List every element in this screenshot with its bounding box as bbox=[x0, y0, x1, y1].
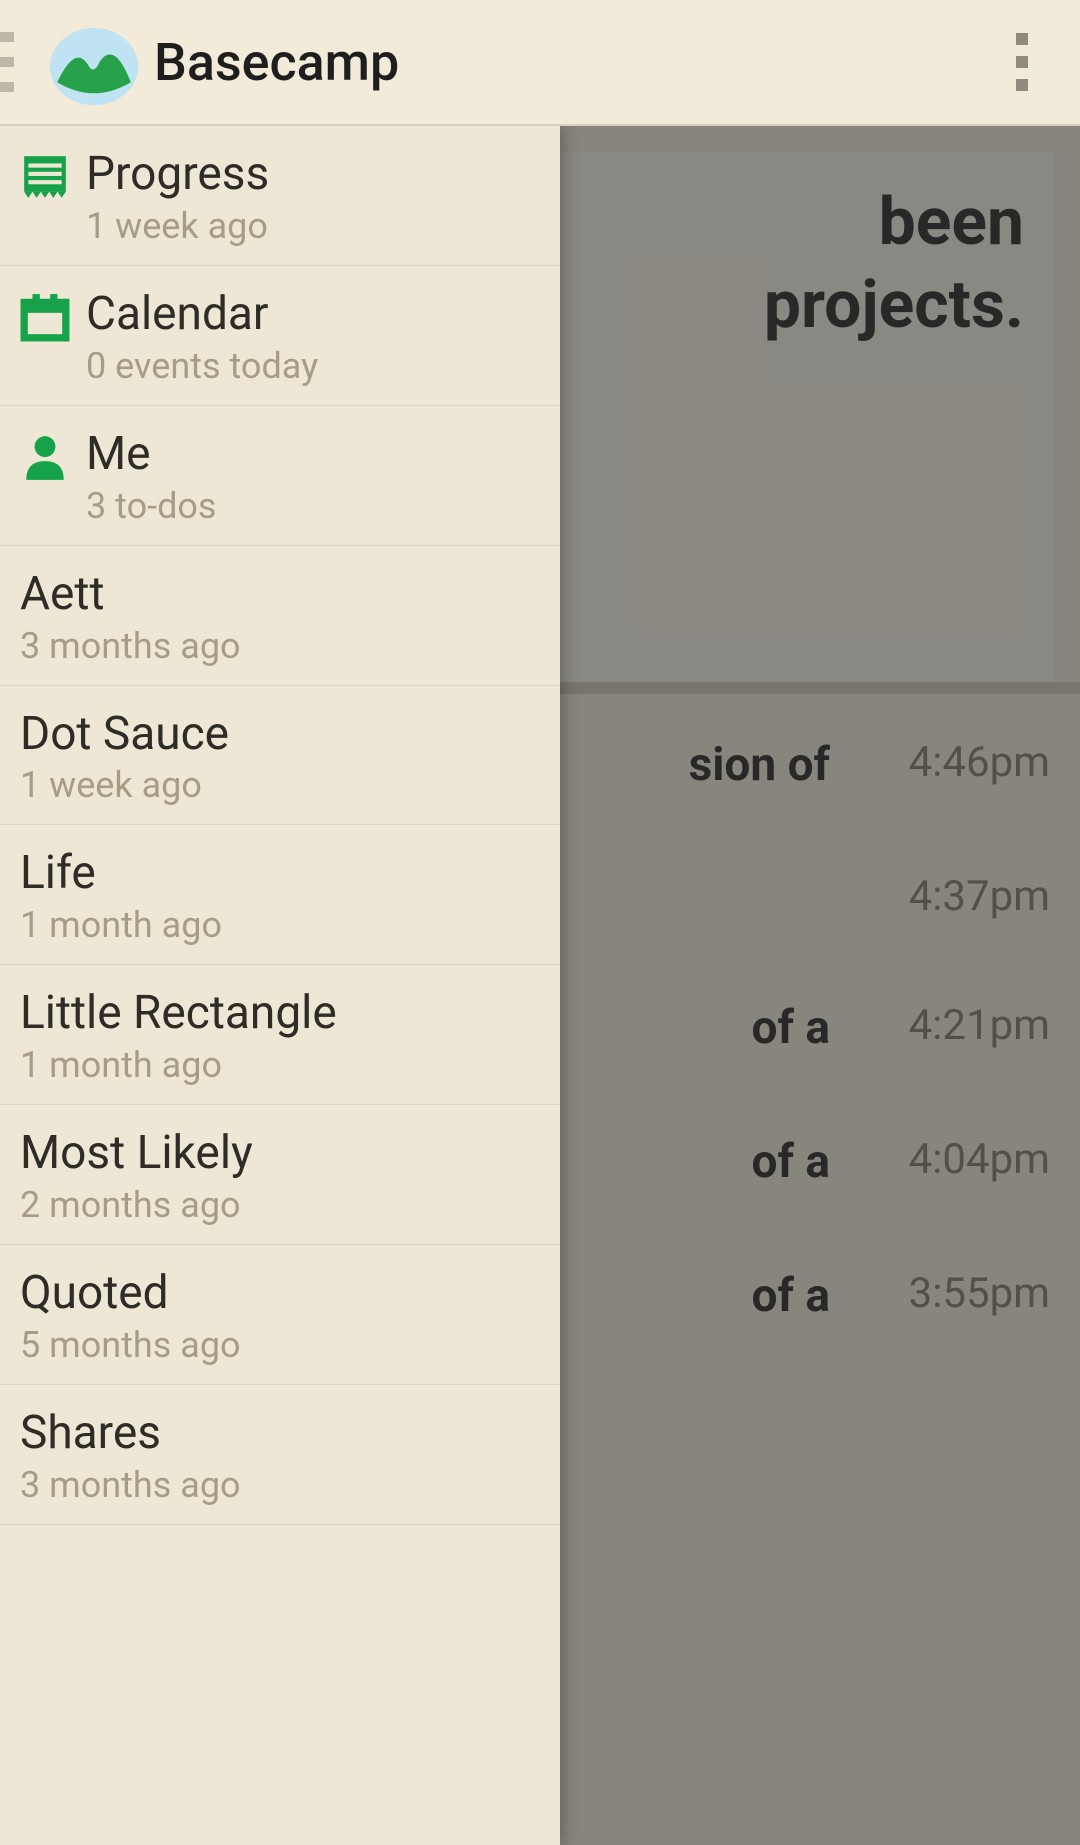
drawer-item-sub: 0 events today bbox=[86, 345, 318, 387]
drawer-item-label: Aett bbox=[20, 568, 241, 621]
navigation-drawer: Progress 1 week ago Calendar 0 events to… bbox=[0, 126, 560, 1845]
drawer-item-sub: 3 to-dos bbox=[86, 485, 216, 527]
drawer-item-label: Calendar bbox=[86, 288, 318, 341]
drawer-item-label: Most Likely bbox=[20, 1127, 253, 1180]
drawer-item-sub: 1 month ago bbox=[20, 1044, 337, 1086]
drawer-project-item[interactable]: Most Likely 2 months ago bbox=[0, 1105, 560, 1245]
app-title: Basecamp bbox=[154, 32, 399, 93]
overflow-menu-button[interactable] bbox=[1000, 33, 1044, 91]
app-header: Basecamp bbox=[0, 0, 1080, 126]
drawer-item-label: Quoted bbox=[20, 1267, 241, 1320]
drawer-project-item[interactable]: Life 1 month ago bbox=[0, 825, 560, 965]
app-logo-wrap[interactable]: Basecamp bbox=[48, 16, 399, 108]
drawer-project-item[interactable]: Aett 3 months ago bbox=[0, 546, 560, 686]
drawer-project-item[interactable]: Quoted 5 months ago bbox=[0, 1245, 560, 1385]
drawer-project-item[interactable]: Dot Sauce 1 week ago bbox=[0, 686, 560, 826]
progress-icon bbox=[20, 152, 70, 202]
drawer-item-sub: 5 months ago bbox=[20, 1324, 241, 1366]
drawer-item-label: Progress bbox=[86, 148, 269, 201]
drawer-item-label: Shares bbox=[20, 1407, 241, 1460]
drawer-item-label: Life bbox=[20, 847, 222, 900]
drawer-item-calendar[interactable]: Calendar 0 events today bbox=[0, 266, 560, 406]
drawer-item-label: Dot Sauce bbox=[20, 708, 229, 761]
drawer-item-sub: 1 month ago bbox=[20, 904, 222, 946]
drawer-item-sub: 1 week ago bbox=[20, 764, 229, 806]
drawer-item-sub: 2 months ago bbox=[20, 1184, 253, 1226]
drawer-item-label: Little Rectangle bbox=[20, 987, 337, 1040]
drawer-item-me[interactable]: Me 3 to-dos bbox=[0, 406, 560, 546]
basecamp-logo-icon bbox=[48, 16, 140, 108]
drawer-project-item[interactable]: Little Rectangle 1 month ago bbox=[0, 965, 560, 1105]
drawer-project-item[interactable]: Shares 3 months ago bbox=[0, 1385, 560, 1525]
person-icon bbox=[20, 432, 70, 482]
drawer-item-sub: 1 week ago bbox=[86, 205, 269, 247]
drawer-item-sub: 3 months ago bbox=[20, 1464, 241, 1506]
drawer-toggle[interactable] bbox=[0, 32, 14, 92]
drawer-item-label: Me bbox=[86, 428, 216, 481]
drawer-item-progress[interactable]: Progress 1 week ago bbox=[0, 126, 560, 266]
drawer-item-sub: 3 months ago bbox=[20, 625, 241, 667]
calendar-icon bbox=[20, 292, 70, 342]
